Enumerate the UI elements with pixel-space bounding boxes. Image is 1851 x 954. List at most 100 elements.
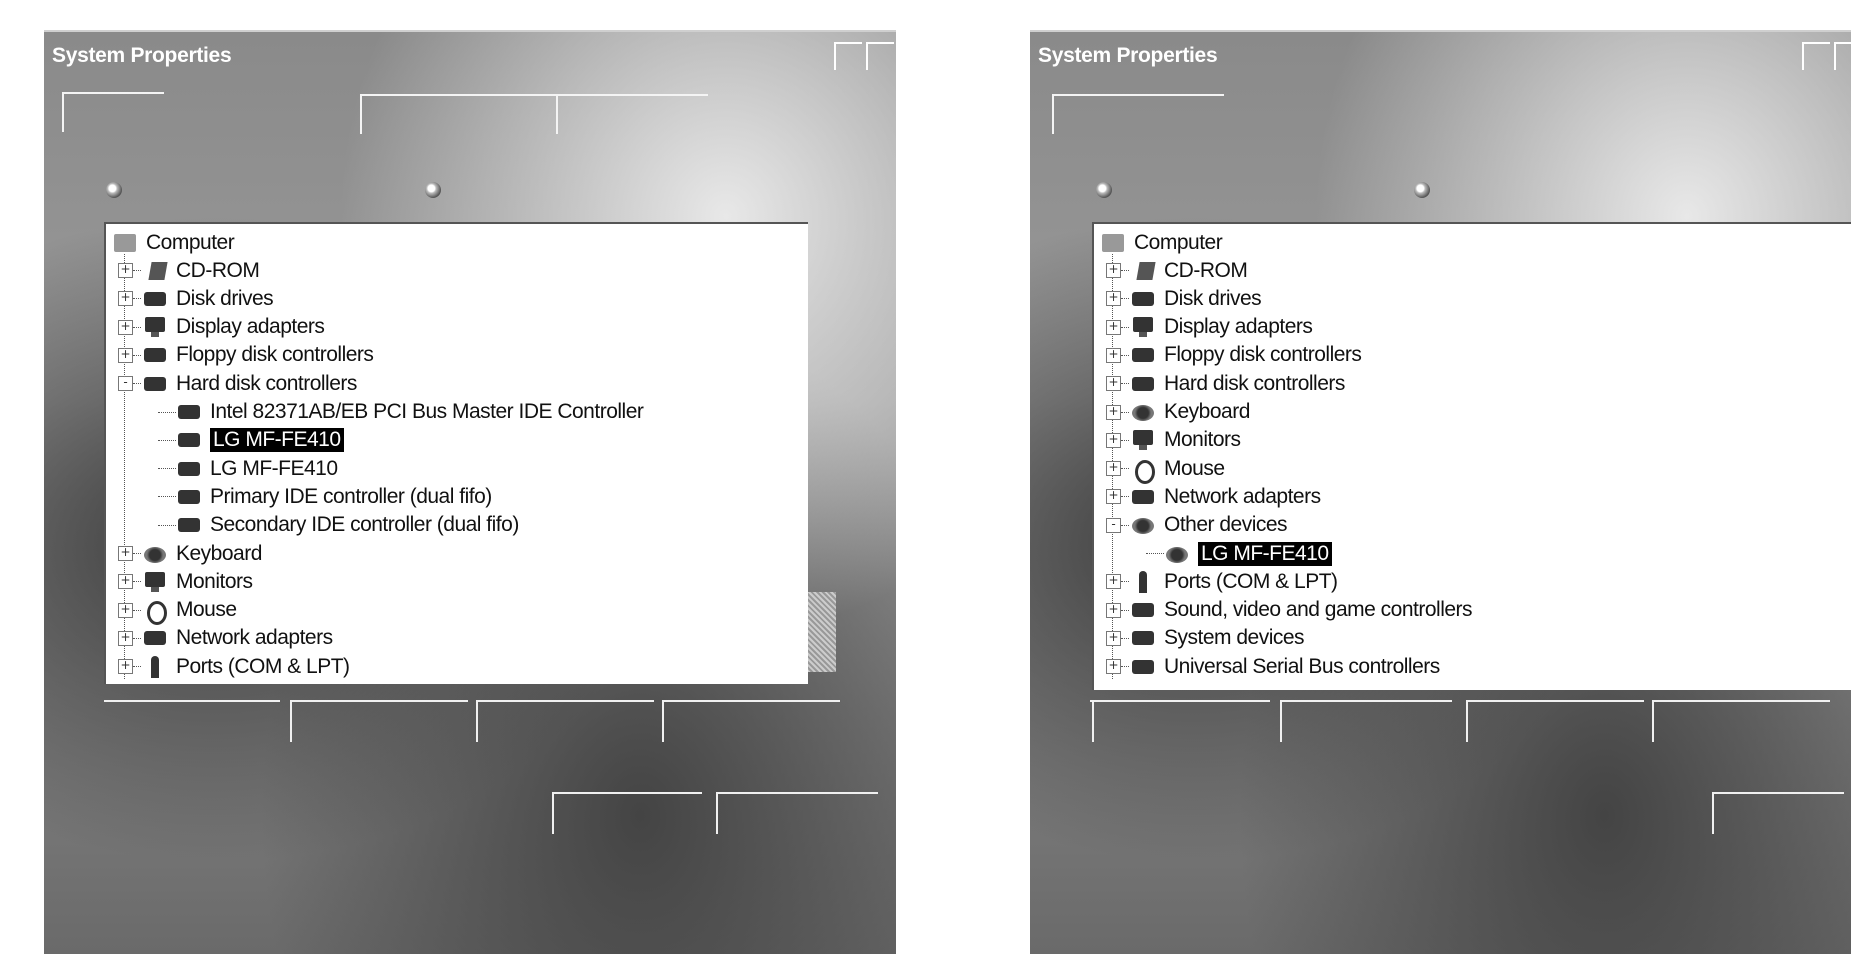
expand-icon[interactable]: + — [1106, 461, 1121, 477]
device-tree[interactable]: Computer + CD-ROM + Disk drives + Display adap… — [104, 222, 808, 684]
tree-scrollbar[interactable] — [808, 592, 836, 672]
system-properties-window-left: System Properties Computer + CD-ROM + Disk d… — [44, 30, 896, 954]
hard-disk-controller-icon — [1130, 373, 1156, 395]
display-adapter-icon — [142, 316, 168, 338]
view-by-connection-radio[interactable] — [425, 182, 441, 198]
expand-icon[interactable]: + — [118, 263, 133, 278]
ide-controller-icon — [176, 514, 202, 536]
tree-item-label: Universal Serial Bus controllers — [1164, 654, 1440, 678]
expand-icon[interactable]: + — [1106, 319, 1121, 335]
tree-connector-line — [1121, 298, 1129, 300]
refresh-button[interactable] — [476, 700, 654, 742]
properties-button[interactable] — [290, 700, 468, 742]
system-properties-window-right: System Properties Computer + CD-ROM + Disk d… — [1030, 30, 1851, 954]
sound-controller-icon — [1130, 599, 1156, 621]
expand-icon[interactable]: + — [1106, 376, 1121, 392]
view-by-connection-radio[interactable] — [1414, 182, 1430, 198]
ok-button[interactable] — [552, 792, 702, 834]
expand-icon[interactable]: + — [1106, 574, 1121, 590]
tree-category-item[interactable]: Ports (COM & LPT) — [142, 650, 350, 683]
expand-icon[interactable]: + — [118, 347, 133, 363]
expand-icon[interactable]: + — [118, 630, 133, 646]
tree-item-label: Ports (COM & LPT) — [1164, 569, 1338, 593]
expand-icon[interactable]: + — [1106, 263, 1121, 278]
tree-connector-line — [133, 581, 141, 583]
tree-connector-line — [1121, 270, 1129, 271]
tree-item-label: Hard disk controllers — [1164, 371, 1345, 395]
refresh-button[interactable] — [1280, 700, 1452, 742]
tree-item-label: LG MF-FE410 — [210, 428, 344, 453]
device-tree[interactable]: Computer + CD-ROM + Disk drives + Display adap… — [1092, 222, 1851, 690]
network-adapter-icon — [1130, 486, 1156, 508]
minimize-button[interactable] — [1802, 42, 1830, 70]
collapse-icon[interactable]: - — [1106, 517, 1121, 533]
tree-connector-line — [133, 383, 141, 385]
tree-connector-line — [1121, 354, 1129, 356]
tree-root-label: Computer — [1134, 230, 1223, 254]
monitor-icon — [142, 571, 168, 593]
expand-icon[interactable]: + — [118, 659, 133, 675]
tree-connector-line — [1121, 468, 1129, 470]
tree-connector-line — [158, 496, 176, 498]
maximize-button[interactable] — [1834, 42, 1851, 70]
ok-button[interactable] — [1712, 792, 1844, 834]
expand-icon[interactable]: + — [118, 574, 133, 590]
tree-connector-line — [1121, 411, 1129, 413]
tree-connector-line — [133, 298, 141, 300]
tree-item-label: Other devices — [1164, 513, 1288, 537]
view-by-type-radio[interactable] — [1096, 182, 1112, 198]
expand-icon[interactable]: + — [1106, 630, 1121, 646]
tree-item-label: Ports (COM & LPT) — [176, 654, 350, 678]
network-adapter-icon — [142, 627, 168, 649]
tree-item-label: CD-ROM — [1164, 258, 1248, 282]
tree-connector-line — [133, 326, 141, 328]
expand-icon[interactable]: + — [1106, 347, 1121, 363]
maximize-button[interactable] — [866, 42, 894, 70]
tree-category-item[interactable]: Universal Serial Bus controllers — [1130, 650, 1440, 683]
tree-item-label: Disk drives — [1164, 286, 1262, 310]
collapse-icon[interactable]: - — [118, 376, 133, 392]
cancel-button[interactable] — [716, 792, 878, 834]
ide-controller-icon — [176, 458, 202, 480]
mouse-icon — [1130, 458, 1156, 484]
expand-icon[interactable]: + — [118, 546, 133, 561]
tree-item-label: LG MF-FE410 — [210, 456, 338, 480]
remove-button-2[interactable] — [1652, 700, 1830, 742]
ide-controller-icon — [176, 486, 202, 508]
cdrom-icon — [1130, 260, 1156, 282]
expand-icon[interactable]: + — [1106, 659, 1121, 675]
expand-icon[interactable]: + — [118, 319, 133, 335]
system-device-icon — [1130, 627, 1156, 649]
expand-icon[interactable]: + — [1106, 404, 1121, 420]
tree-item-label: Keyboard — [1164, 400, 1250, 423]
tree-connector-line — [1121, 383, 1129, 385]
tab-hardware-profiles[interactable] — [556, 94, 708, 134]
expand-icon[interactable]: + — [1106, 489, 1121, 505]
tree-connector-line — [133, 354, 141, 356]
view-by-type-radio[interactable] — [106, 182, 122, 198]
tree-connector-line — [1121, 326, 1129, 328]
expand-icon[interactable]: + — [1106, 432, 1121, 448]
tree-connector-line — [1121, 524, 1129, 526]
tree-item-label: Floppy disk controllers — [1164, 343, 1362, 367]
expand-icon[interactable]: + — [1106, 291, 1121, 307]
remove-button[interactable] — [1466, 700, 1644, 742]
window-title: System Properties — [52, 44, 232, 67]
properties-button[interactable] — [1092, 700, 1270, 742]
remove-button[interactable] — [662, 700, 840, 742]
tree-item-label: LG MF-FE410 — [1198, 541, 1332, 566]
expand-icon[interactable]: + — [118, 602, 133, 618]
tab-performance[interactable] — [360, 94, 558, 134]
floppy-controller-icon — [1130, 344, 1156, 366]
unknown-device-icon — [1164, 543, 1190, 565]
tree-item-label: Floppy disk controllers — [176, 343, 374, 367]
tab-general[interactable] — [62, 92, 164, 132]
tab-general[interactable] — [1052, 94, 1224, 134]
minimize-button[interactable] — [834, 42, 862, 70]
expand-icon[interactable]: + — [1106, 602, 1121, 618]
window-title: System Properties — [1038, 44, 1218, 67]
tree-connector-line — [158, 411, 176, 413]
hard-disk-controller-icon — [142, 373, 168, 395]
expand-icon[interactable]: + — [118, 291, 133, 307]
port-icon — [1130, 570, 1156, 593]
